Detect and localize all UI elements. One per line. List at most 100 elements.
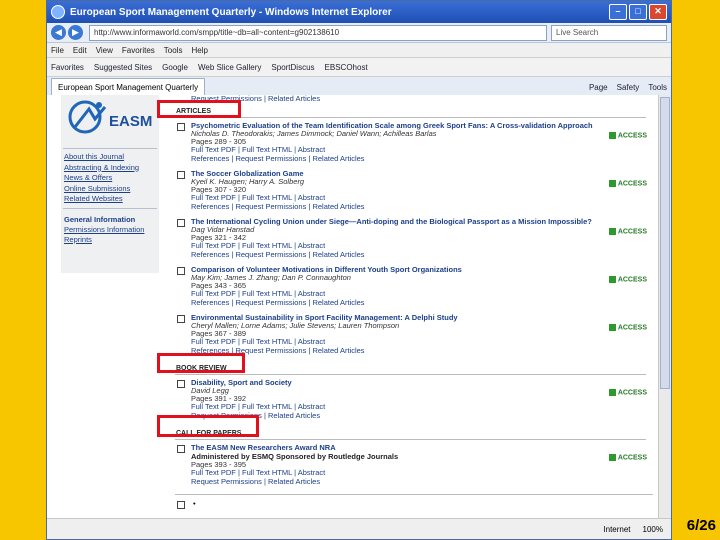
issue-contents: Request Permissions | Related Articles A… (175, 95, 653, 519)
sidebar-item-permissions[interactable]: Permissions Information (61, 225, 159, 236)
access-label: ACCESS (617, 276, 647, 284)
menu-tools[interactable]: Tools (164, 46, 183, 55)
favorites-bar: Favorites Suggested Sites Google Web Sli… (47, 58, 671, 77)
article-item: Comparison of Volunteer Motivations in D… (175, 265, 653, 307)
easm-logo: EASM (65, 97, 155, 145)
highlight-book-review (157, 353, 245, 373)
back-icon[interactable]: ◀ (51, 25, 66, 40)
article-authors: Kyeil K. Haugen; Harry A. Solberg (191, 177, 305, 186)
sidebar-divider (63, 148, 157, 149)
article-links-2[interactable]: References | Request Permissions | Relat… (191, 202, 653, 212)
vertical-scrollbar[interactable] (658, 95, 671, 519)
access-label: ACCESS (617, 228, 647, 236)
browser-window: European Sport Management Quarterly - Wi… (46, 0, 672, 540)
select-checkbox[interactable] (177, 267, 185, 275)
select-checkbox[interactable] (177, 445, 185, 453)
sidebar-divider (63, 207, 157, 209)
web-slice-link[interactable]: Web Slice Gallery (198, 63, 261, 72)
close-button[interactable]: ✕ (649, 4, 667, 20)
cfp-title[interactable]: The EASM New Researchers Award NRA (191, 443, 653, 452)
article-item: Psychometric Evaluation of the Team Iden… (175, 121, 653, 163)
sidebar-item-submissions[interactable]: Online Submissions (61, 184, 159, 195)
review-links-2[interactable]: Request Permissions | Related Articles (191, 411, 653, 421)
select-checkbox[interactable] (177, 171, 185, 179)
access-icon (608, 324, 616, 331)
search-input[interactable]: Live Search (551, 24, 667, 41)
access-badge: ACCESS (608, 454, 647, 462)
cfp-subtitle: Administered by ESMQ Sponsored by Routle… (191, 452, 399, 461)
menu-edit[interactable]: Edit (73, 46, 87, 55)
article-links-2[interactable]: References | Request Permissions | Relat… (191, 346, 653, 356)
safety-menu[interactable]: Safety (617, 83, 640, 92)
article-title[interactable]: The International Cycling Union under Si… (191, 217, 653, 226)
sidebar-item-abstracting[interactable]: Abstracting & Indexing (61, 163, 159, 174)
tools-menu[interactable]: Tools (648, 83, 667, 92)
favorites-link[interactable]: Favorites (51, 63, 84, 72)
review-title[interactable]: Disability, Sport and Society (191, 378, 653, 387)
review-item: Disability, Sport and Society David Legg… (175, 378, 653, 420)
cfp-links-2[interactable]: Request Permissions | Related Articles (191, 477, 653, 487)
slide-number: 6/26 (686, 517, 716, 534)
article-item: The Soccer Globalization Game Kyeil K. H… (175, 169, 653, 211)
article-authors: May Kim; James J. Zhang; Dan P. Connaugh… (191, 273, 351, 282)
menu-view[interactable]: View (96, 46, 113, 55)
top-links[interactable]: Request Permissions | Related Articles (175, 95, 653, 103)
status-bar: Internet 100% (47, 518, 671, 539)
zoom-level[interactable]: 100% (643, 525, 663, 534)
article-authors: Dag Vidar Hanstad (191, 225, 255, 234)
menu-help[interactable]: Help (191, 46, 207, 55)
forward-icon[interactable]: ▶ (68, 25, 83, 40)
highlight-articles (157, 100, 241, 118)
access-badge: ACCESS (608, 324, 647, 332)
maximize-button[interactable]: □ (629, 4, 647, 20)
select-checkbox[interactable] (177, 315, 185, 323)
select-checkbox[interactable] (177, 219, 185, 227)
article-links-2[interactable]: References | Request Permissions | Relat… (191, 154, 653, 164)
sidebar-item-related[interactable]: Related Websites (61, 194, 159, 205)
access-label: ACCESS (617, 454, 647, 462)
ebscohost-link[interactable]: EBSCOhost (325, 63, 368, 72)
article-links-2[interactable]: References | Request Permissions | Relat… (191, 298, 653, 308)
select-checkbox[interactable] (177, 380, 185, 388)
sportdiscus-link[interactable]: SportDiscus (271, 63, 314, 72)
sidebar-item-reprints[interactable]: Reprints (61, 235, 159, 246)
select-checkbox[interactable] (177, 123, 185, 131)
google-link[interactable]: Google (162, 63, 188, 72)
access-label: ACCESS (617, 132, 647, 140)
window-title: European Sport Management Quarterly - Wi… (70, 6, 392, 18)
article-item: The International Cycling Union under Si… (175, 217, 653, 259)
scrollbar-thumb[interactable] (660, 97, 670, 389)
sidebar: EASM About this Journal Abstracting & In… (61, 95, 159, 273)
select-all-checkbox[interactable] (177, 501, 185, 509)
menu-file[interactable]: File (51, 46, 64, 55)
command-bar: Page Safety Tools (580, 83, 667, 92)
article-authors: Cheryl Mallen; Lorne Adams; Julie Steven… (191, 321, 400, 330)
access-label: ACCESS (617, 389, 647, 397)
article-authors: Nicholas D. Theodorakis; James Dimmock; … (191, 129, 437, 138)
about-journal-link[interactable]: About this Journal (61, 152, 159, 163)
minimize-button[interactable]: – (609, 4, 627, 20)
address-bar: ◀ ▶ http://www.informaworld.com/smpp/tit… (47, 23, 671, 43)
general-info-heading: General Information (64, 214, 136, 224)
access-icon (608, 454, 616, 461)
tab-esmq[interactable]: European Sport Management Quarterly (51, 78, 206, 96)
access-label: ACCESS (617, 324, 647, 332)
menu-favorites[interactable]: Favorites (122, 46, 155, 55)
sidebar-item-news[interactable]: News & Offers (61, 173, 159, 184)
access-icon (608, 389, 616, 396)
article-links-2[interactable]: References | Request Permissions | Relat… (191, 250, 653, 260)
access-label: ACCESS (617, 180, 647, 188)
menu-bar: File Edit View Favorites Tools Help (47, 43, 671, 58)
cfp-item: The EASM New Researchers Award NRA Admin… (175, 443, 653, 486)
url-input[interactable]: http://www.informaworld.com/smpp/title~d… (89, 24, 547, 41)
article-item: Environmental Sustainability in Sport Fa… (175, 313, 653, 355)
page-menu[interactable]: Page (589, 83, 608, 92)
section-book-review: BOOK REVIEW (175, 363, 646, 375)
title-bar: European Sport Management Quarterly - Wi… (47, 1, 671, 23)
security-zone: Internet (603, 524, 631, 534)
suggested-sites-link[interactable]: Suggested Sites (94, 63, 152, 72)
page-content: EASM About this Journal Abstracting & In… (47, 95, 671, 519)
section-articles: ARTICLES (175, 106, 646, 118)
access-badge: ACCESS (608, 276, 647, 284)
access-badge: ACCESS (608, 389, 647, 397)
